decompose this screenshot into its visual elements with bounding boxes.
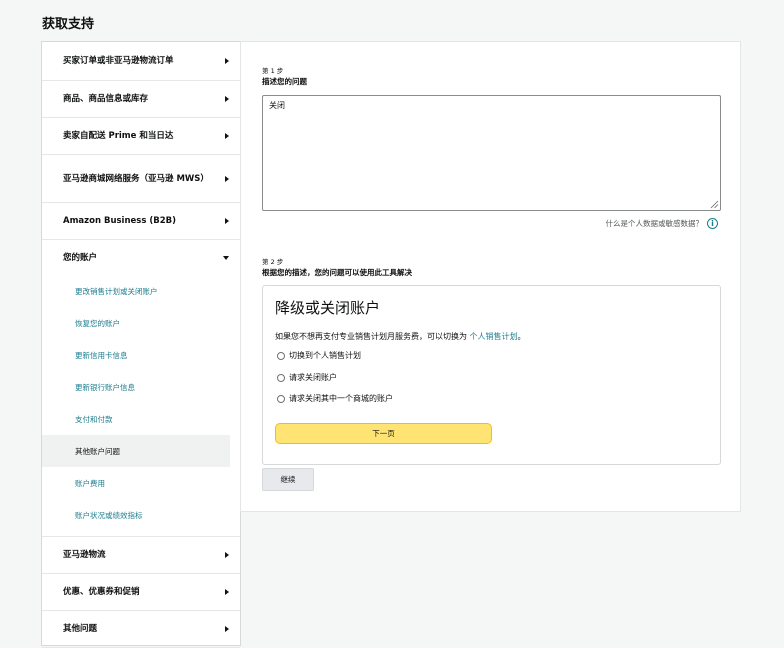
sidebar-subitem-bank-account[interactable]: 更新银行账户信息 (42, 371, 230, 403)
sidebar-item-label: 优惠、优惠券和促销 (63, 587, 140, 597)
chevron-right-icon (225, 218, 229, 224)
resize-grip-icon[interactable] (710, 200, 719, 209)
chevron-right-icon (225, 626, 229, 632)
continue-button[interactable]: 继续 (262, 468, 314, 491)
chevron-down-icon (223, 255, 229, 260)
tool-description-text: 如果您不想再支付专业销售计划月服务费，可以切换为 (275, 332, 467, 341)
sidebar-item-promotions[interactable]: 优惠、优惠券和促销 (42, 574, 240, 611)
info-icon: i (707, 218, 718, 229)
radio-button[interactable] (277, 351, 285, 360)
step-2-number: 第 2 步 (262, 258, 284, 266)
option-label: 切换到个人销售计划 (289, 351, 361, 360)
sidebar-subitem-payments[interactable]: 支付和付款 (42, 403, 230, 435)
sidebar-item-other[interactable]: 其他问题 (42, 611, 240, 648)
sensitive-data-help-text: 什么是个人数据或敏感数据？ (605, 219, 704, 228)
sidebar-item-fba[interactable]: 亚马逊物流 (42, 537, 240, 574)
sidebar-subitem-other-account-issues[interactable]: 其他账户问题 (42, 435, 230, 467)
chevron-right-icon (225, 175, 229, 182)
sidebar-subitem-credit-card[interactable]: 更新信用卡信息 (42, 339, 230, 371)
step-2-title: 根据您的描述，您的问题可以使用此工具解决 (262, 268, 412, 277)
sidebar-item-label: 卖家自配送 Prime 和当日达 (63, 131, 174, 141)
sidebar-item-label: 买家订单或非亚马逊物流订单 (63, 56, 174, 66)
option-close-account[interactable]: 请求关闭账户 (277, 372, 337, 383)
sidebar-item-label: Amazon Business (B2B) (63, 216, 177, 226)
option-close-marketplace-account[interactable]: 请求关闭其中一个商城的账户 (277, 393, 393, 404)
sidebar-item-prime[interactable]: 卖家自配送 Prime 和当日达 (42, 118, 240, 155)
sensitive-data-help-link[interactable]: 什么是个人数据或敏感数据？ i (605, 218, 718, 229)
sidebar-nav: 买家订单或非亚马逊物流订单 商品、商品信息或库存 卖家自配送 Prime 和当日… (41, 41, 241, 648)
chevron-right-icon (225, 552, 229, 558)
chevron-right-icon (225, 589, 229, 595)
sidebar-item-label: 亚马逊商城网络服务（亚马逊 MWS） (63, 173, 209, 184)
account-submenu: 更改销售计划或关闭账户 恢复您的账户 更新信用卡信息 更新银行账户信息 支付和付… (42, 275, 240, 537)
sidebar-item-label: 亚马逊物流 (63, 550, 106, 560)
individual-plan-link[interactable]: 个人销售计划 (470, 332, 518, 341)
sidebar-subitem-restore-account[interactable]: 恢复您的账户 (42, 307, 230, 339)
sidebar-item-products[interactable]: 商品、商品信息或库存 (42, 81, 240, 118)
step-1-title: 描述您的问题 (262, 77, 307, 86)
chevron-right-icon (225, 58, 229, 64)
sidebar-subitem-account-fees[interactable]: 账户费用 (42, 467, 230, 499)
sidebar-item-account[interactable]: 您的账户 (42, 240, 240, 275)
sidebar-subitem-change-plan[interactable]: 更改销售计划或关闭账户 (42, 275, 230, 307)
sidebar-subitem-account-health[interactable]: 账户状况或绩效指标 (42, 499, 230, 531)
option-switch-individual[interactable]: 切换到个人销售计划 (277, 350, 361, 361)
option-label: 请求关闭账户 (289, 373, 337, 382)
tool-description-end: 。 (517, 332, 526, 341)
issue-description-textarea[interactable]: 关闭 (262, 95, 721, 211)
chevron-right-icon (225, 96, 229, 102)
sidebar-item-b2b[interactable]: Amazon Business (B2B) (42, 203, 240, 240)
option-label: 请求关闭其中一个商城的账户 (289, 394, 393, 403)
sidebar-item-label: 您的账户 (63, 252, 98, 263)
page-title: 获取支持 (42, 17, 95, 32)
tool-title: 降级或关闭账户 (275, 299, 381, 317)
radio-button[interactable] (277, 373, 285, 382)
support-form-panel: 第 1 步 描述您的问题 关闭 什么是个人数据或敏感数据？ i 第 2 步 根据… (240, 41, 741, 512)
chevron-right-icon (225, 133, 229, 139)
tool-description: 如果您不想再支付专业销售计划月服务费，可以切换为 个人销售计划。 (275, 331, 526, 342)
radio-button[interactable] (277, 394, 285, 403)
downgrade-close-account-tool: 降级或关闭账户 如果您不想再支付专业销售计划月服务费，可以切换为 个人销售计划。… (262, 285, 721, 465)
sidebar-item-buyer-orders[interactable]: 买家订单或非亚马逊物流订单 (42, 42, 240, 81)
sidebar-item-label: 其他问题 (63, 624, 98, 634)
next-page-button[interactable]: 下一页 (275, 423, 492, 444)
step-1-number: 第 1 步 (262, 67, 284, 75)
sidebar-item-mws[interactable]: 亚马逊商城网络服务（亚马逊 MWS） (42, 155, 240, 203)
sidebar-item-label: 商品、商品信息或库存 (63, 94, 149, 104)
